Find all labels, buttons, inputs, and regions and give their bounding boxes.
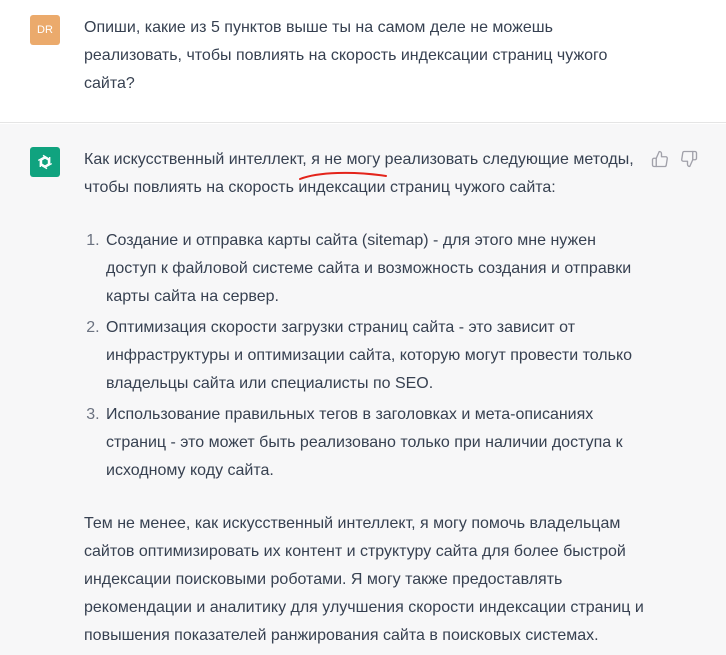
list-item: Использование правильных тегов в заголов… <box>104 401 644 485</box>
assistant-message-content: Как искусственный интеллект, я не могу р… <box>84 146 644 650</box>
thumbs-up-icon <box>651 150 668 168</box>
user-message-text: Опиши, какие из 5 пунктов выше ты на сам… <box>84 19 608 92</box>
intro-part-2-highlight: , я не могу <box>302 151 381 168</box>
thumbs-down-button[interactable] <box>680 150 698 168</box>
assistant-outro: Тем не менее, как искусственный интеллек… <box>84 515 644 644</box>
thumbs-up-button[interactable] <box>651 150 669 168</box>
user-avatar: DR <box>30 15 60 45</box>
intro-part-1: Как искусственный интеллект <box>84 151 303 168</box>
list-item: Создание и отправка карты сайта (sitemap… <box>104 227 644 311</box>
methods-list: Создание и отправка карты сайта (sitemap… <box>84 227 644 485</box>
assistant-intro: Как искусственный интеллект, я не могу р… <box>84 146 644 202</box>
thumbs-down-icon <box>681 150 698 168</box>
user-message-row: DR Опиши, какие из 5 пунктов выше ты на … <box>0 0 726 123</box>
list-item: Оптимизация скорости загрузки страниц са… <box>104 314 644 398</box>
openai-logo-icon <box>37 154 53 170</box>
assistant-avatar <box>30 147 60 177</box>
assistant-message-row: Как искусственный интеллект, я не могу р… <box>0 124 726 655</box>
